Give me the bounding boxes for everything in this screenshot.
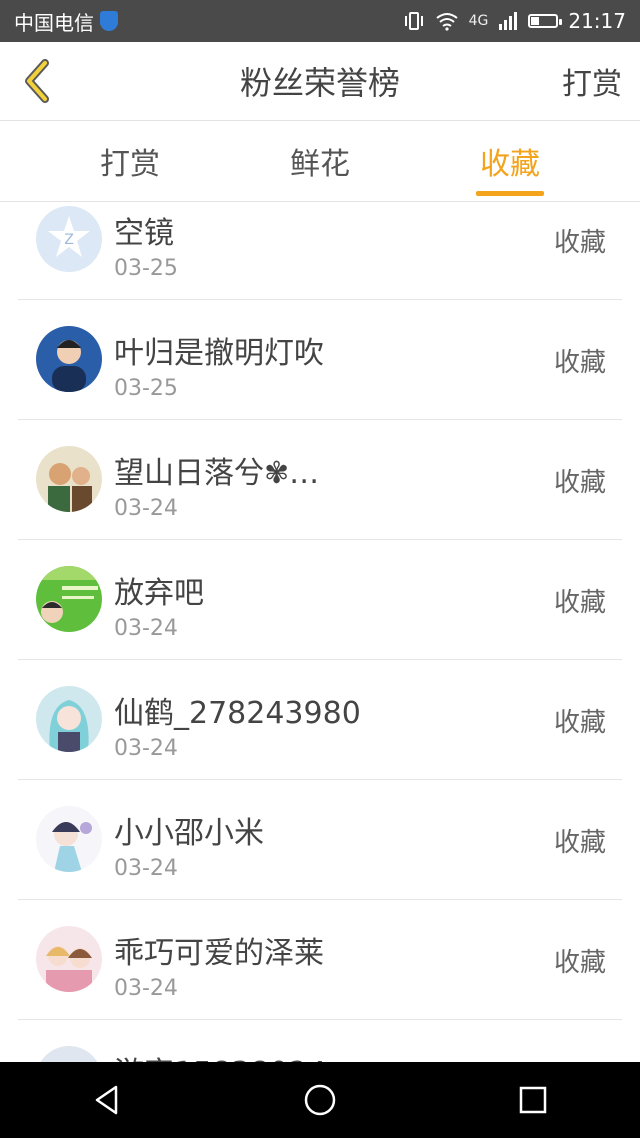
date-label: 03-24 xyxy=(114,736,178,761)
battery-icon xyxy=(528,14,563,28)
recents-key[interactable] xyxy=(503,1070,563,1130)
date-label: 03-24 xyxy=(114,496,178,521)
favorite-label: 收藏 xyxy=(553,828,606,858)
back-key[interactable] xyxy=(77,1070,137,1130)
system-nav-bar xyxy=(0,1062,640,1138)
avatar[interactable] xyxy=(36,566,102,632)
avatar[interactable] xyxy=(36,686,102,752)
tab-reward[interactable]: 打赏 xyxy=(60,121,200,201)
svg-text:Z: Z xyxy=(64,232,74,248)
list-item[interactable]: 游客15838024 xyxy=(18,1020,622,1062)
user-name: 小小邵小米 xyxy=(114,816,264,851)
list-item[interactable]: 仙鹤_278243980 03-24 收藏 xyxy=(18,660,622,780)
list-item[interactable]: 放弃吧 03-24 收藏 xyxy=(18,540,622,660)
status-left: 中国电信 xyxy=(14,7,118,36)
date-label: 03-24 xyxy=(114,976,178,1001)
signal-icon xyxy=(499,12,518,30)
user-name: 仙鹤_278243980 xyxy=(114,696,361,731)
user-name: 放弃吧 xyxy=(114,576,204,611)
list-item[interactable]: 小小邵小米 03-24 收藏 xyxy=(18,780,622,900)
tab-favorites[interactable]: 收藏 xyxy=(440,121,580,201)
user-name: 空镜 xyxy=(114,216,174,251)
carrier-label: 中国电信 xyxy=(14,10,94,35)
list-item[interactable]: Z 空镜 03-25 收藏 xyxy=(18,202,622,300)
home-key[interactable] xyxy=(290,1070,350,1130)
network-type: 4G xyxy=(468,13,489,29)
favorite-label: 收藏 xyxy=(553,468,606,498)
reward-button[interactable]: 打赏 xyxy=(562,42,622,120)
triangle-back-icon xyxy=(95,1085,117,1115)
date-label: 03-25 xyxy=(114,256,178,281)
favorite-label: 收藏 xyxy=(553,708,606,738)
favorite-label: 收藏 xyxy=(553,948,606,978)
user-name: 游客15838024 xyxy=(114,1048,327,1062)
list-item[interactable]: 望山日落兮✾… 03-24 收藏 xyxy=(18,420,622,540)
page-title: 粉丝荣誉榜 xyxy=(239,64,400,102)
avatar[interactable] xyxy=(36,446,102,512)
avatar[interactable] xyxy=(36,326,102,392)
avatar[interactable]: Z xyxy=(36,206,102,272)
favorite-label: 收藏 xyxy=(553,348,606,378)
back-button[interactable] xyxy=(16,58,56,104)
fan-list[interactable]: Z 空镜 03-25 收藏 叶归是撤明灯吹 03-25 收藏 望山日落兮✾… 0… xyxy=(0,202,640,1062)
favorite-label: 收藏 xyxy=(553,228,606,258)
active-tab-indicator xyxy=(476,191,544,196)
vibrate-icon xyxy=(404,12,423,30)
tab-flowers-label: 鲜花 xyxy=(290,147,350,182)
circle-home-icon xyxy=(304,1084,336,1116)
list-item[interactable]: 乖巧可爱的泽莱 03-24 收藏 xyxy=(18,900,622,1020)
tab-reward-label: 打赏 xyxy=(100,147,160,182)
tab-flowers[interactable]: 鲜花 xyxy=(250,121,390,201)
square-recents-icon xyxy=(520,1086,547,1114)
nav-bar: 粉丝荣誉榜 打赏 xyxy=(0,42,640,121)
battery-fill xyxy=(531,17,540,25)
date-label: 03-24 xyxy=(114,856,178,881)
chevron-left-icon xyxy=(25,59,49,103)
user-name: 叶归是撤明灯吹 xyxy=(114,336,324,371)
status-right: 4G 21:17 xyxy=(403,9,626,33)
clock: 21:17 xyxy=(568,9,626,33)
tab-bar: 打赏 鲜花 收藏 xyxy=(0,121,640,202)
avatar[interactable] xyxy=(36,806,102,872)
user-name: 望山日落兮✾… xyxy=(114,456,320,491)
status-bar: 中国电信 4G 21:17 xyxy=(0,0,640,42)
avatar[interactable] xyxy=(36,1046,102,1062)
avatar[interactable] xyxy=(36,926,102,992)
list-item[interactable]: 叶归是撤明灯吹 03-25 收藏 xyxy=(18,300,622,420)
date-label: 03-25 xyxy=(114,376,178,401)
date-label: 03-24 xyxy=(114,616,178,641)
user-name: 乖巧可爱的泽莱 xyxy=(114,936,324,971)
tab-favorites-label: 收藏 xyxy=(480,147,540,182)
wifi-icon xyxy=(435,13,458,31)
shield-icon xyxy=(100,11,118,31)
favorite-label: 收藏 xyxy=(553,588,606,618)
